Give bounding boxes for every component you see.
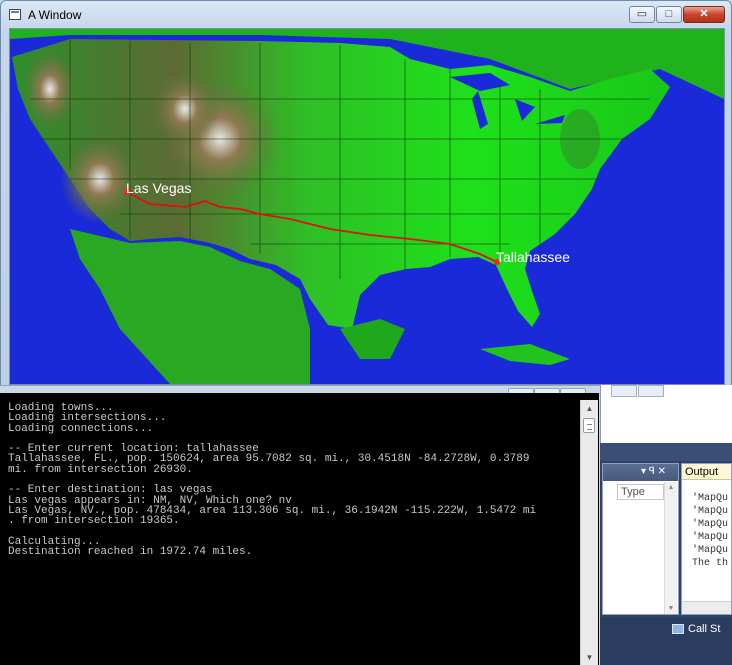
scroll-thumb[interactable]	[583, 418, 595, 433]
console-line: Destination reached in 1972.74 miles.	[8, 546, 253, 559]
origin-label: Las Vegas	[126, 180, 191, 196]
output-panel: Output 'MapQu 'MapQu 'MapQu 'MapQu 'MapQu The…	[681, 463, 732, 615]
app-icon	[9, 9, 21, 20]
output-line: 'MapQu	[692, 493, 729, 504]
call-stack-icon	[672, 624, 684, 634]
map-canvas: Las Vegas Tallahassee	[10, 29, 724, 384]
properties-scrollbar[interactable]: ▲ ▼	[664, 482, 677, 614]
console-line: mi. from intersection 26930.	[8, 463, 193, 476]
output-line: 'MapQu	[692, 519, 729, 530]
call-stack-label: Call St	[688, 623, 721, 635]
output-hscrollbar[interactable]	[682, 601, 731, 614]
output-line: 'MapQu	[692, 506, 729, 517]
scroll-down-icon[interactable]: ▼	[581, 651, 598, 665]
type-column-header[interactable]: Type	[617, 484, 664, 500]
scroll-up-icon[interactable]: ▲	[665, 484, 677, 491]
console-line: Loading connections...	[8, 422, 154, 435]
panel-pin-icon[interactable]: ▾ ꟼ ✕	[641, 466, 666, 477]
minimize-icon: ▭	[636, 8, 648, 20]
title-bar[interactable]: A Window ▭ □ ✕	[1, 1, 731, 28]
properties-header: ▾ ꟼ ✕	[603, 464, 678, 481]
output-line: The th	[692, 558, 729, 569]
output-line: 'MapQu	[692, 532, 729, 543]
minimize-button[interactable]: ▭	[629, 6, 655, 23]
console-window[interactable]: Loading towns... Loading intersections..…	[0, 393, 599, 665]
console-scrollbar[interactable]: ▲ ▼	[580, 400, 598, 665]
maximize-button[interactable]: □	[656, 6, 682, 23]
us-terrain-map[interactable]: Las Vegas Tallahassee	[9, 28, 725, 385]
maximize-icon: □	[665, 8, 673, 20]
output-lines: 'MapQu 'MapQu 'MapQu 'MapQu 'MapQu The th	[692, 492, 728, 570]
scroll-up-icon[interactable]: ▲	[581, 402, 598, 416]
window-title: A Window	[28, 8, 82, 22]
close-button[interactable]: ✕	[683, 6, 725, 23]
output-tab[interactable]: Output	[682, 464, 731, 480]
scroll-down-icon[interactable]: ▼	[665, 605, 677, 612]
properties-panel: ▾ ꟼ ✕ Type ▲ ▼	[602, 463, 679, 615]
console-line: . from intersection 19365.	[8, 515, 180, 528]
ide-tab-stub	[638, 385, 664, 397]
output-line: 'MapQu	[692, 545, 729, 556]
destination-label: Tallahassee	[496, 249, 570, 265]
northern-rockies	[150, 69, 220, 149]
close-icon: ✕	[699, 8, 709, 20]
caption-buttons: ▭ □ ✕	[629, 6, 725, 24]
map-window: A Window ▭ □ ✕ Las Vegas Tallahassee	[0, 0, 732, 393]
console-output: Loading towns... Loading intersections..…	[8, 403, 578, 559]
ide-editor-fragment	[600, 385, 732, 443]
ide-bottom-tabs: Call St	[600, 617, 732, 665]
ide-toolbar-band	[600, 443, 732, 461]
ide-tab-stub	[611, 385, 637, 397]
call-stack-tab[interactable]: Call St	[672, 623, 721, 635]
